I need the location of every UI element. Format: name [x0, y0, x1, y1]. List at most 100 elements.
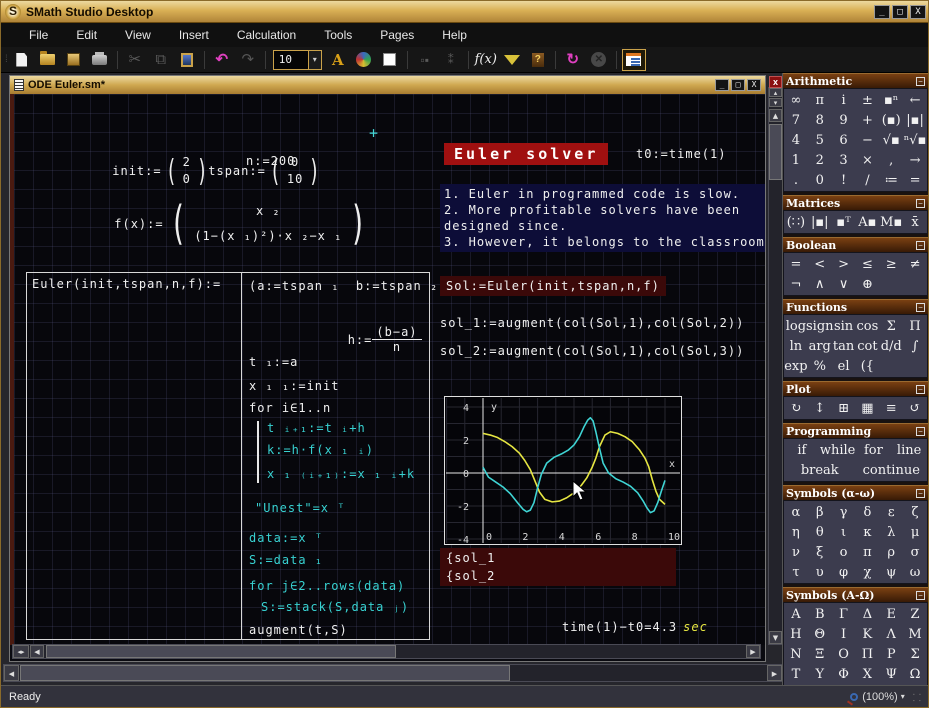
palette-cell-7[interactable]: 7: [784, 110, 808, 130]
palette-cell-θ[interactable]: θ: [808, 522, 832, 542]
close-button[interactable]: X: [910, 5, 926, 19]
palette-cell-8[interactable]: 8: [808, 110, 832, 130]
palette-cell-Η[interactable]: Η: [784, 624, 808, 644]
palette-cell-ρ[interactable]: ρ: [879, 542, 903, 562]
palette-cell-3[interactable]: 3: [832, 150, 856, 170]
palette-cell-|▪|[interactable]: |▪|: [808, 212, 832, 232]
palette-cell-2[interactable]: 2: [808, 150, 832, 170]
copy-button[interactable]: ⧉: [149, 49, 173, 71]
palette-cell-4[interactable]: 4: [784, 130, 808, 150]
palette-cell-if[interactable]: if: [784, 440, 820, 460]
palette-cell-τ[interactable]: τ: [784, 562, 808, 582]
chevron-down-icon[interactable]: ▾: [901, 692, 905, 701]
hsplit-handle[interactable]: ◂▸: [13, 645, 29, 658]
palette-cell-Γ[interactable]: Γ: [832, 604, 856, 624]
palette-cell-▪ⁿ[interactable]: ▪ⁿ: [879, 90, 903, 110]
palette-cell-=[interactable]: =: [784, 254, 808, 274]
palette-cell-/[interactable]: /: [855, 170, 879, 190]
cut-button[interactable]: ✂: [123, 49, 147, 71]
menu-file[interactable]: File: [15, 25, 62, 45]
palette-cell-Μ[interactable]: Μ: [903, 624, 927, 644]
expr-t0[interactable]: t0:=time(1): [636, 147, 726, 161]
palette-cell-ι[interactable]: ι: [832, 522, 856, 542]
align-horizontal-button[interactable]: ▫▪: [413, 49, 437, 71]
palette-cell-∞[interactable]: ∞: [784, 90, 808, 110]
palette-cell-sin[interactable]: sin: [832, 316, 856, 336]
palette-cell-←[interactable]: ←: [903, 90, 927, 110]
palette-cell-=[interactable]: =: [903, 170, 927, 190]
palette-cell-({[interactable]: ({: [855, 356, 879, 376]
palette-cell-|▪|[interactable]: |▪|: [903, 110, 927, 130]
menu-insert[interactable]: Insert: [165, 25, 223, 45]
mdi-vscrollbar[interactable]: ▴ ▾ ▲ ▼: [768, 87, 783, 645]
palette-cell-Β[interactable]: Β: [808, 604, 832, 624]
palette-cell-Π[interactable]: Π: [855, 644, 879, 664]
palette-cell-Ζ[interactable]: Ζ: [903, 604, 927, 624]
palette-cell-Κ[interactable]: Κ: [855, 624, 879, 644]
print-button[interactable]: [88, 49, 112, 71]
palette-cell-Ο[interactable]: Ο: [832, 644, 856, 664]
palette-cell-Ε[interactable]: Ε: [879, 604, 903, 624]
vsplit-up[interactable]: ▴: [769, 88, 782, 97]
paste-button[interactable]: [175, 49, 199, 71]
menu-view[interactable]: View: [111, 25, 165, 45]
resize-grip[interactable]: ⸬: [913, 690, 922, 704]
collapse-icon[interactable]: −: [916, 489, 925, 498]
palette-cell-Δ[interactable]: Δ: [855, 604, 879, 624]
palette-cell-exp[interactable]: exp: [784, 356, 808, 376]
palette-cell-↺[interactable]: ↺: [903, 398, 927, 418]
minimize-button[interactable]: _: [874, 5, 890, 19]
chevron-down-icon[interactable]: ▾: [308, 51, 321, 69]
palette-cell-−[interactable]: −: [855, 130, 879, 150]
palette-cell-υ[interactable]: υ: [808, 562, 832, 582]
palette-cell-≡[interactable]: ≡: [879, 398, 903, 418]
palette-cell-μ[interactable]: μ: [903, 522, 927, 542]
palette-cell-≤[interactable]: ≤: [855, 254, 879, 274]
palette-cell-,[interactable]: ,: [879, 150, 903, 170]
palette-cell-Τ[interactable]: Τ: [784, 664, 808, 684]
palette-cell-Λ[interactable]: Λ: [879, 624, 903, 644]
palette-cell-×[interactable]: ×: [855, 150, 879, 170]
palette-cell-%[interactable]: %: [808, 356, 832, 376]
palette-cell-∧[interactable]: ∧: [808, 274, 832, 294]
palette-cell-i[interactable]: i: [832, 90, 856, 110]
palette-cell-δ[interactable]: δ: [855, 502, 879, 522]
palette-cell-6[interactable]: 6: [832, 130, 856, 150]
palette-cell-±[interactable]: ±: [855, 90, 879, 110]
document-hscrollbar[interactable]: ◂▸ ◀ ▶: [12, 644, 761, 659]
plot-legend[interactable]: {sol_1 {sol_2: [440, 548, 676, 586]
palette-cell-√▪[interactable]: √▪: [879, 130, 903, 150]
expr-sol[interactable]: Sol:=Euler(init,tspan,n,f): [440, 276, 666, 296]
align-vertical-button[interactable]: ⁑: [439, 49, 463, 71]
panel-close-button[interactable]: x: [769, 76, 782, 88]
palette-cell-M▪[interactable]: M▪: [879, 212, 903, 232]
palette-cell-sign[interactable]: sign: [808, 316, 832, 336]
expr-timing[interactable]: time(1)−t0=4.3sec: [562, 620, 708, 634]
scroll-down-arrow[interactable]: ▼: [769, 631, 782, 644]
palette-cell-γ[interactable]: γ: [832, 502, 856, 522]
palette-cell-Ν[interactable]: Ν: [784, 644, 808, 664]
colors-button[interactable]: [352, 49, 376, 71]
palette-cell-arg[interactable]: arg: [808, 336, 832, 356]
palette-cell-Ρ[interactable]: Ρ: [879, 644, 903, 664]
collapse-icon[interactable]: −: [916, 303, 925, 312]
palette-cell-≥[interactable]: ≥: [879, 254, 903, 274]
background-color-button[interactable]: [378, 49, 402, 71]
palette-cell-continue[interactable]: continue: [856, 460, 928, 480]
palette-cell-cos[interactable]: cos: [855, 316, 879, 336]
palette-cell-(▪)[interactable]: (▪): [879, 110, 903, 130]
scroll-up-arrow[interactable]: ▲: [769, 109, 782, 122]
palette-cell-Ι[interactable]: Ι: [832, 624, 856, 644]
undo-button[interactable]: ↶: [210, 49, 234, 71]
palette-cell-⊞[interactable]: ⊞: [832, 398, 856, 418]
palette-cell-log[interactable]: log: [784, 316, 808, 336]
palette-cell-+[interactable]: +: [855, 110, 879, 130]
palette-cell-φ[interactable]: φ: [832, 562, 856, 582]
palette-cell-Ω[interactable]: Ω: [903, 664, 927, 684]
scroll-right-arrow[interactable]: ▶: [746, 645, 760, 658]
reference-book-button[interactable]: ?: [526, 49, 550, 71]
document-close-button[interactable]: X: [747, 79, 761, 91]
palette-cell-1[interactable]: 1: [784, 150, 808, 170]
palette-cell-for[interactable]: for: [856, 440, 892, 460]
collapse-icon[interactable]: −: [916, 241, 925, 250]
